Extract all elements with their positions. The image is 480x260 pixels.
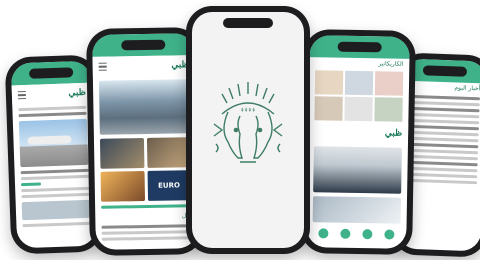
- phone-2-screen: ظبي EURO مال: [92, 33, 198, 250]
- text-line: [406, 130, 479, 137]
- text-line: [405, 172, 478, 179]
- text-line: [406, 148, 479, 155]
- text-line: [22, 221, 91, 228]
- notch: [337, 41, 382, 53]
- text-line: [407, 94, 480, 101]
- text-line: [405, 160, 478, 167]
- person-image[interactable]: [313, 146, 402, 194]
- share-icon[interactable]: [318, 228, 329, 239]
- header: ظبي: [11, 82, 93, 106]
- tag-line: [20, 182, 42, 187]
- menu-icon[interactable]: [98, 62, 107, 71]
- text-line: [20, 174, 89, 181]
- text-line: [21, 186, 90, 193]
- section-title: الكاريكاتير: [378, 60, 404, 68]
- text-line: [406, 124, 479, 131]
- text-line: [407, 112, 480, 119]
- app-logo: ظبي: [68, 87, 87, 99]
- text-line: [101, 224, 192, 229]
- text-line: [407, 100, 480, 107]
- share-icon[interactable]: [384, 229, 395, 240]
- text-line: [405, 178, 478, 185]
- text-line: [405, 154, 478, 161]
- header: ظبي: [92, 55, 195, 77]
- notch: [223, 18, 273, 28]
- grid-image[interactable]: [374, 97, 403, 122]
- grid-image[interactable]: [100, 171, 145, 202]
- notch: [28, 67, 74, 79]
- section-title: مال: [95, 210, 197, 223]
- grid-image[interactable]: [344, 70, 374, 96]
- phone-mockup-3: ϕ ϕ ϕ ϕ: [186, 6, 310, 254]
- grid-image[interactable]: [344, 96, 373, 122]
- map-image[interactable]: [312, 196, 402, 224]
- splash-logo: ϕ ϕ ϕ ϕ: [213, 82, 283, 163]
- phone-mockup-4: الكاريكاتير ظبي: [300, 29, 416, 255]
- caricature-grid: [314, 70, 404, 122]
- text-line: [101, 230, 192, 235]
- thumbnail[interactable]: [21, 199, 91, 221]
- header: ظبي: [307, 122, 409, 144]
- text-line: [405, 166, 478, 173]
- share-icon[interactable]: [362, 229, 373, 240]
- grid-image[interactable]: [314, 70, 344, 95]
- phone-3-screen: ϕ ϕ ϕ ϕ: [192, 12, 304, 248]
- text-line: [21, 192, 90, 199]
- menu-icon[interactable]: [17, 90, 27, 100]
- headline-line: [18, 111, 87, 118]
- building-image[interactable]: [98, 79, 190, 135]
- notch: [422, 65, 468, 77]
- text-line: [407, 118, 480, 125]
- image-grid: EURO: [99, 137, 192, 202]
- share-buttons: [312, 228, 400, 240]
- text-line: [101, 236, 192, 241]
- phone-1-screen: ظبي: [10, 60, 98, 249]
- phone-4-screen: الكاريكاتير ظبي: [306, 35, 410, 249]
- svg-text:ϕ ϕ ϕ ϕ: ϕ ϕ ϕ ϕ: [241, 107, 256, 112]
- divider: [101, 204, 192, 209]
- grid-image[interactable]: [314, 96, 343, 121]
- text-line: [407, 106, 480, 113]
- grid-image[interactable]: [99, 138, 144, 169]
- news-image[interactable]: [18, 118, 89, 168]
- grid-image[interactable]: [146, 137, 191, 168]
- text-line: [406, 136, 479, 143]
- grid-image[interactable]: EURO: [147, 170, 192, 201]
- share-icon[interactable]: [340, 228, 351, 239]
- text-line: [406, 142, 479, 149]
- grid-image[interactable]: [374, 71, 404, 96]
- headline-line: [20, 168, 89, 175]
- text-line: [18, 105, 87, 112]
- app-logo: ظبي: [384, 128, 403, 139]
- notch: [121, 39, 166, 51]
- image-label: EURO: [158, 181, 180, 190]
